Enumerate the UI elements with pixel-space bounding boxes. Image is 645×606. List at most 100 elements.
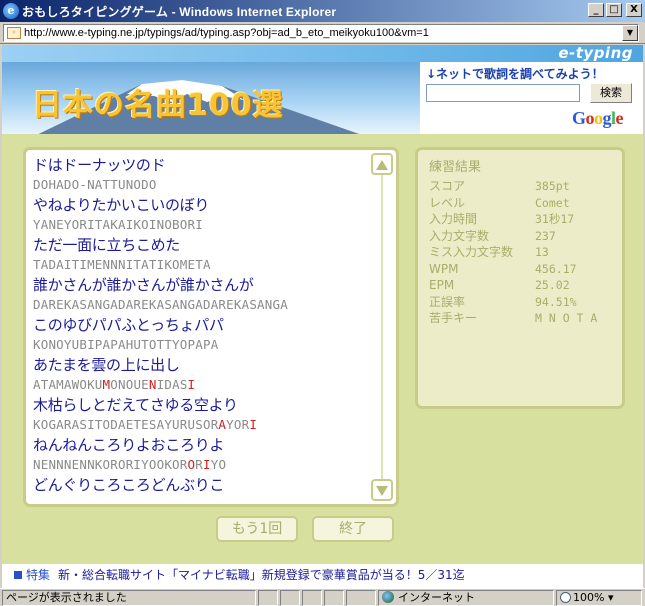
- song-lyric-romaji: TADAITIMENNNITATIKOMETA: [33, 255, 363, 275]
- romaji-segment: IDAS: [156, 377, 188, 392]
- song-list: ドはドーナッツのド DOHADO-NATTUNODO やねよりたかいこいのぼり YAN…: [33, 155, 363, 495]
- status-message: ページが表示されました: [2, 590, 256, 606]
- result-value: 237: [535, 228, 556, 243]
- status-pane-3: [302, 590, 322, 606]
- romaji-segment: NENNNENNKORORIYOOKOR: [33, 457, 188, 472]
- status-pane-4: [324, 590, 344, 606]
- song-lyric-romaji: KOGARASITODAETESAYURUSORAYORI: [33, 415, 363, 435]
- result-label: レベル: [429, 195, 466, 210]
- results-title: 練習結果: [429, 160, 482, 175]
- result-value: 25.02: [535, 278, 570, 292]
- romaji-segment: YANEYORITAKAIKOINOBORI: [33, 217, 203, 232]
- news-text[interactable]: 新・総合転職サイト「マイナビ転職」新規登録で豪華賞品が当る！5／31迄: [58, 568, 465, 582]
- retry-button[interactable]: もう1回: [216, 516, 298, 542]
- result-value: 385pt: [535, 179, 570, 193]
- song-lyric-jp: ねんねんころりよおころりよ: [33, 436, 225, 454]
- url-field[interactable]: ◦ http://www.e-typing.ne.jp/typings/ad/t…: [3, 24, 639, 42]
- song-lyric-romaji: ATAMAWOKUMONOUENIDASI: [33, 375, 363, 395]
- page-content: e-typing 日本の名曲100選 ↓ネットで歌詞を調べてみよう！ 検索 Go…: [2, 45, 643, 588]
- status-bar: ページが表示されました インターネット 100% ▾: [0, 588, 645, 606]
- result-value: 31秒17: [535, 212, 575, 226]
- search-hint: ↓ネットで歌詞を調べてみよう！: [426, 67, 604, 81]
- song-lyric-jp: やねよりたかいこいのぼり: [33, 196, 210, 214]
- song-lyric-jp: 木枯らしとだえてさゆる空より: [33, 396, 238, 414]
- end-button[interactable]: 終了: [312, 516, 394, 542]
- song-lyric-jp: あたまを雲の上に出し: [33, 356, 180, 374]
- romaji-segment: DAREKASANGADAREKASANGADAREKASANGA: [33, 297, 288, 312]
- romaji-segment: ONOUE: [110, 377, 149, 392]
- mistyped-char: N: [148, 377, 157, 392]
- security-zone[interactable]: インターネット: [378, 590, 554, 606]
- close-button[interactable]: X: [626, 3, 642, 17]
- google-logo: Google: [572, 108, 624, 128]
- site-top-bar: e-typing: [2, 45, 643, 62]
- window-controls: _ □ X: [588, 3, 642, 17]
- result-label: 入力時間: [429, 212, 478, 226]
- header-banner: 日本の名曲100選 ↓ネットで歌詞を調べてみよう！ 検索 Google: [2, 62, 643, 134]
- news-tag[interactable]: 特集: [26, 568, 50, 582]
- window-title-bar[interactable]: e おもしろタイピングゲーム - Windows Internet Explor…: [0, 0, 645, 22]
- arrow-up-icon: [376, 160, 388, 170]
- search-input[interactable]: [426, 84, 580, 102]
- news-ticker[interactable]: 特集 新・総合転職サイト「マイナビ転職」新規登録で豪華賞品が当る！5／31迄: [2, 564, 643, 588]
- result-label: WPM: [429, 261, 459, 276]
- song-lyric-jp: ドはドーナッツのド: [33, 156, 166, 174]
- song-scrollbar[interactable]: [371, 153, 393, 501]
- romaji-segment: YOR: [226, 417, 250, 432]
- status-pane-5: [346, 590, 376, 606]
- result-label: ミス入力文字数: [429, 245, 514, 259]
- mistyped-char: I: [202, 457, 211, 472]
- song-lyric-romaji: DOHADO-NATTUNODO: [33, 175, 363, 195]
- window-title: おもしろタイピングゲーム - Windows Internet Explorer: [22, 4, 337, 19]
- zoom-level: 100%: [573, 591, 605, 604]
- address-bar: ◦ http://www.e-typing.ne.jp/typings/ad/t…: [0, 22, 645, 44]
- zoom-icon: [560, 592, 571, 603]
- zoom-control[interactable]: 100% ▾: [556, 590, 642, 606]
- ie-logo-icon: e: [3, 3, 19, 19]
- page-favicon-icon: ◦: [7, 27, 21, 39]
- globe-icon: [382, 591, 394, 603]
- romaji-segment: R: [195, 457, 203, 472]
- status-pane-2: [280, 590, 300, 606]
- romaji-segment: KOGARASITODAETESAYURUSOR: [33, 417, 219, 432]
- song-lyric-jp: このゆびパパふとっちょパパ: [33, 316, 224, 334]
- song-lyric-romaji: NENNNENNKORORIYOOKORORIYO: [33, 455, 363, 475]
- song-lyric-jp: ただ一面に立ちこめた: [33, 236, 181, 254]
- search-button[interactable]: 検索: [590, 83, 632, 103]
- mistyped-char: I: [187, 377, 196, 392]
- result-label: スコア: [429, 179, 466, 193]
- mistyped-char: I: [249, 417, 258, 432]
- romaji-segment: KONOYUBIPAPAHUTOTTYOPAPA: [33, 337, 219, 352]
- song-lyric-romaji: KONOYUBIPAPAHUTOTTYOPAPA: [33, 335, 363, 355]
- song-list-panel: ドはドーナッツのド DOHADO-NATTUNODO やねよりたかいこいのぼり YAN…: [23, 147, 399, 507]
- result-label: EPM: [429, 278, 455, 292]
- romaji-segment: TADAITIMENNNITATIKOMETA: [33, 257, 211, 272]
- song-lyric-romaji: YANEYORITAKAIKOINOBORI: [33, 215, 363, 235]
- result-value: Comet: [535, 195, 570, 210]
- results-panel: 練習結果 スコア 385pt レベル Comet 入力時間 31秒17 入力文字数 237 ミス…: [415, 147, 625, 409]
- song-lyric-romaji: DAREKASANGADAREKASANGADAREKASANGA: [33, 295, 363, 315]
- e-typing-logo[interactable]: e-typing: [558, 45, 633, 62]
- bullet-square-icon: [14, 571, 22, 579]
- romaji-segment: ATAMAWOKU: [33, 377, 103, 392]
- scroll-down-button[interactable]: [371, 479, 393, 501]
- romaji-segment: DOHADO-NATTUNODO: [33, 177, 157, 192]
- minimize-button[interactable]: _: [588, 3, 604, 17]
- arrow-down-icon: [376, 486, 388, 496]
- result-label: 入力文字数: [429, 228, 490, 243]
- zone-label: インターネット: [398, 591, 475, 604]
- mistyped-char: A: [218, 417, 227, 432]
- url-dropdown-button[interactable]: ▼: [622, 25, 638, 41]
- scroll-track[interactable]: [381, 175, 383, 479]
- maximize-button[interactable]: □: [606, 3, 622, 17]
- url-text[interactable]: http://www.e-typing.ne.jp/typings/ad/typ…: [24, 27, 429, 39]
- result-label: 正誤率: [429, 294, 466, 309]
- song-lyric-jp: どんぐりころころどんぶりこ: [33, 476, 225, 494]
- result-label: 苦手キー: [429, 311, 478, 325]
- result-value: 456.17: [535, 261, 577, 276]
- result-value: 13: [535, 245, 549, 259]
- song-lyric-jp: 誰かさんが誰かさんが誰かさんが: [33, 276, 254, 294]
- scroll-up-button[interactable]: [371, 153, 393, 175]
- romaji-segment: YO: [210, 457, 227, 472]
- lyrics-search-area: ↓ネットで歌詞を調べてみよう！ 検索 Google: [420, 62, 643, 134]
